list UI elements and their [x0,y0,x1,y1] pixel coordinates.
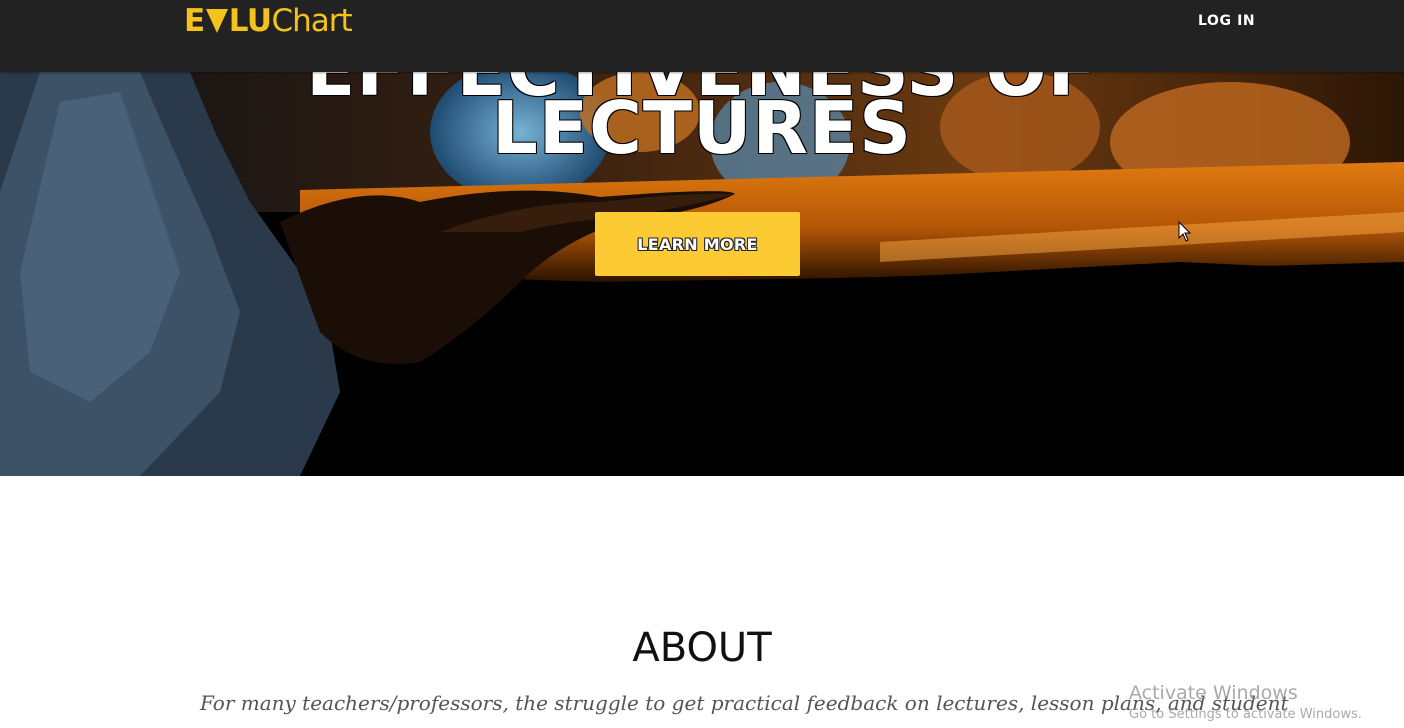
mouse-cursor-icon [1178,221,1192,242]
login-link[interactable]: LOG IN [1198,13,1255,29]
triangle-v-icon [205,9,228,33]
about-paragraph: For many teachers/professors, the strugg… [200,691,1289,715]
watermark-title: Activate Windows [1129,682,1298,704]
top-navbar: E LU Chart LOG IN [0,0,1404,72]
brand-logo[interactable]: E LU Chart [184,3,353,39]
about-heading: ABOUT [632,625,772,671]
activate-windows-watermark: Activate Windows Go to Settings to activ… [1129,682,1362,724]
brand-letters-lu: LU [228,3,272,39]
brand-letter-e: E [184,3,205,39]
hero-section: EFFECTIVENESS OF LECTURES LEARN MORE [0,72,1404,476]
hero-headline: LECTURES [492,86,912,170]
brand-word-chart: Chart [271,3,353,39]
watermark-subtitle: Go to Settings to activate Windows. [1129,707,1362,722]
learn-more-button[interactable]: LEARN MORE [595,212,800,276]
